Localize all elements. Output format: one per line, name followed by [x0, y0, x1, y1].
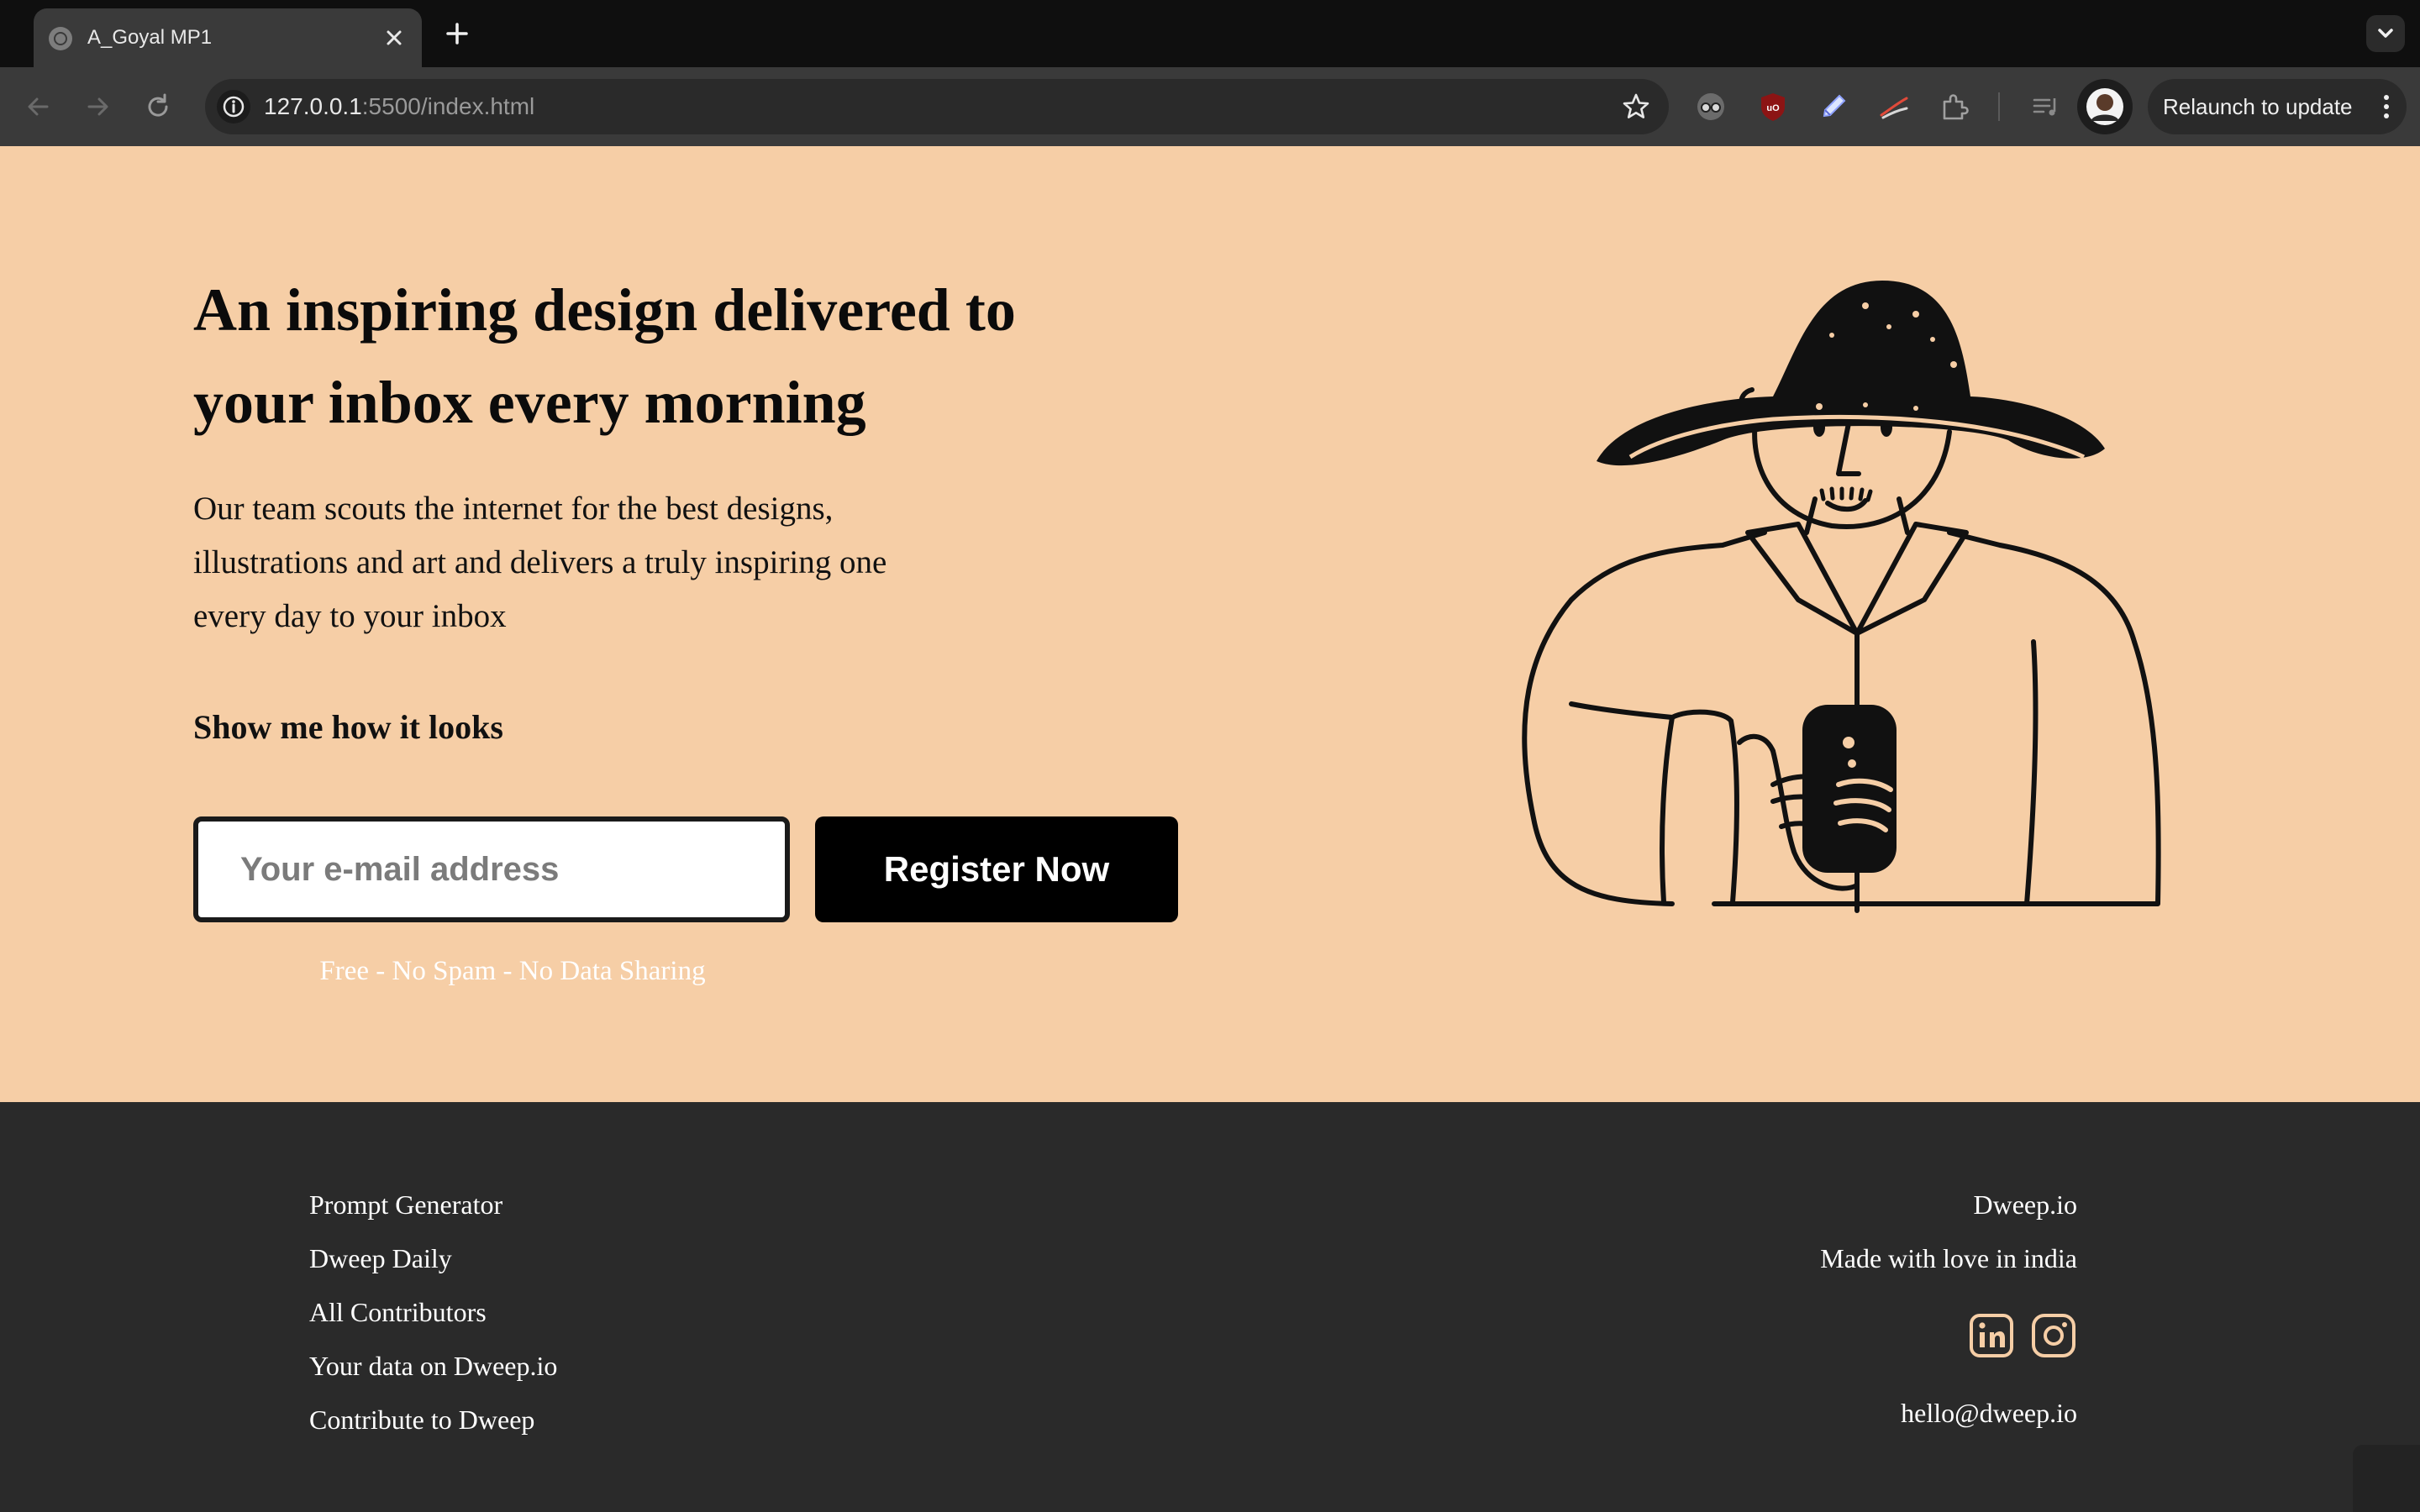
man-with-phone-illustration — [1522, 281, 2161, 913]
url-host: 127.0.0.1 — [264, 93, 362, 119]
email-input[interactable] — [193, 816, 790, 922]
footer-link-dweep-daily[interactable]: Dweep Daily — [309, 1231, 557, 1285]
browser-tab[interactable]: A_Goyal MP1 — [34, 8, 422, 67]
tab-title: A_Goyal MP1 — [87, 26, 213, 49]
disclaimer-text: Free - No Spam - No Data Sharing — [319, 956, 706, 986]
globe-icon — [49, 27, 72, 50]
extensions-puzzle-icon[interactable] — [1938, 90, 1971, 123]
social-links — [1820, 1285, 2077, 1386]
tab-search-button[interactable] — [2366, 15, 2405, 52]
footer-right: Dweep.io Made with love in india hello@d… — [1820, 1178, 2077, 1440]
reload-icon[interactable] — [141, 90, 175, 123]
instagram-icon[interactable] — [2030, 1312, 2077, 1359]
svg-text:uO: uO — [1766, 103, 1780, 113]
hero-description: Our team scouts the internet for the bes… — [193, 491, 887, 634]
footer-link-prompt-generator[interactable]: Prompt Generator — [309, 1178, 557, 1231]
footer-brand[interactable]: Dweep.io — [1820, 1178, 2077, 1231]
hero-title: An inspiring design delivered to your in… — [193, 276, 1016, 436]
back-arrow-icon[interactable] — [22, 90, 55, 123]
forward-arrow-icon[interactable] — [81, 90, 114, 123]
url-path: :5500/index.html — [361, 93, 535, 119]
show-me-link[interactable]: Show me how it looks — [193, 707, 503, 747]
url-text: 127.0.0.1:5500/index.html — [264, 79, 534, 134]
footer-link-contribute[interactable]: Contribute to Dweep — [309, 1393, 557, 1446]
footer-tagline: Made with love in india — [1820, 1243, 2077, 1273]
footer-links: Prompt Generator Dweep Daily All Contrib… — [309, 1178, 557, 1446]
extension-swoosh-icon[interactable] — [1877, 90, 1911, 123]
color-picker-icon[interactable] — [1817, 90, 1850, 123]
more-vert-icon — [2384, 95, 2389, 118]
corner-widget — [2353, 1445, 2420, 1512]
close-icon[interactable] — [381, 25, 407, 50]
relaunch-label: Relaunch to update — [2163, 94, 2353, 119]
linkedin-icon[interactable] — [1968, 1312, 2015, 1359]
tab-strip: A_Goyal MP1 — [0, 0, 2420, 67]
new-tab-icon[interactable] — [440, 17, 474, 50]
media-controls-icon[interactable] — [2028, 90, 2062, 123]
footer-link-all-contributors[interactable]: All Contributors — [309, 1285, 557, 1339]
profile-avatar[interactable] — [2077, 79, 2133, 134]
ublock-icon[interactable]: uO — [1756, 90, 1790, 123]
hero-section: An inspiring design delivered to your in… — [0, 146, 2420, 1102]
browser-toolbar: 127.0.0.1:5500/index.html uO Relaunch to… — [0, 67, 2420, 146]
footer-link-your-data[interactable]: Your data on Dweep.io — [309, 1339, 557, 1393]
toolbar-divider — [1998, 92, 2000, 121]
footer: Prompt Generator Dweep Daily All Contrib… — [0, 1102, 2420, 1512]
site-info-icon[interactable] — [217, 90, 250, 123]
relaunch-button[interactable]: Relaunch to update — [2148, 79, 2407, 134]
register-button[interactable]: Register Now — [815, 816, 1178, 922]
bookmark-star-icon[interactable] — [1620, 91, 1652, 123]
chevron-down-icon — [2378, 29, 2393, 38]
address-bar[interactable]: 127.0.0.1:5500/index.html — [205, 79, 1669, 134]
footer-email[interactable]: hello@dweep.io — [1820, 1386, 2077, 1440]
extension-glasses-icon[interactable] — [1694, 90, 1728, 123]
